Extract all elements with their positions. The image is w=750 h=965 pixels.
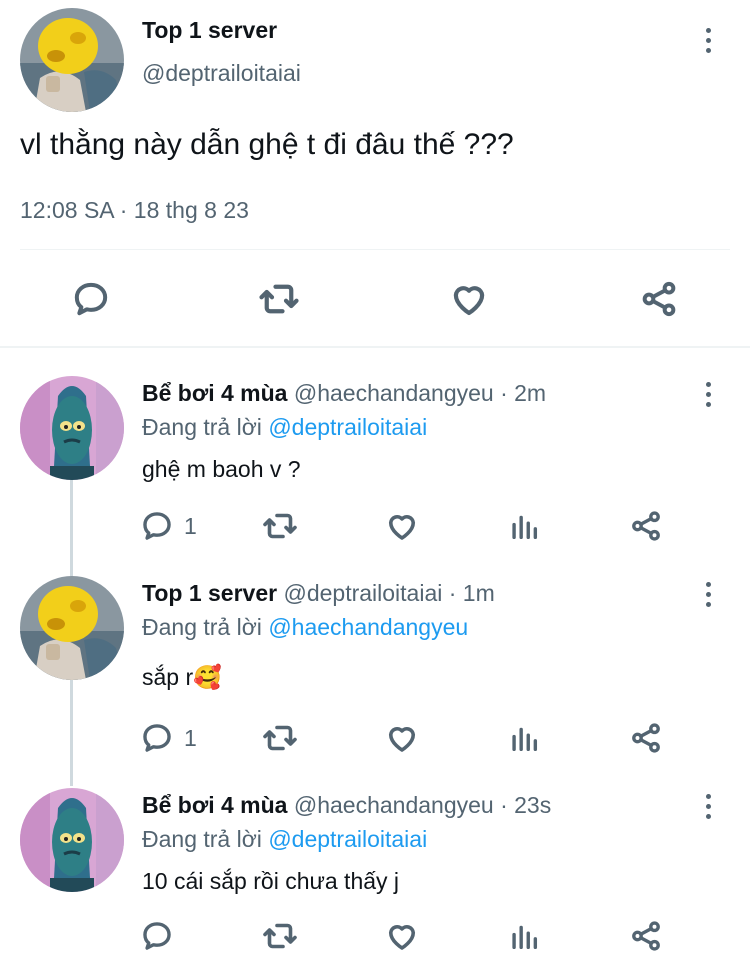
reply-count: 1: [184, 512, 197, 539]
heart-icon[interactable]: [382, 506, 422, 546]
share-nodes-icon[interactable]: [626, 916, 666, 956]
retweet-arrows-icon[interactable]: [260, 916, 300, 956]
heart-icon[interactable]: [382, 916, 422, 956]
reply-count: 1: [184, 724, 197, 751]
speech-bubble-icon: [143, 922, 171, 950]
replying-to: Đang trả lời @deptrailoitaiai: [142, 414, 427, 441]
tweet-timestamp[interactable]: 12:08 SA · 18 thg 8 23: [20, 197, 249, 224]
share-nodes-icon[interactable]: [636, 276, 682, 322]
more-vertical-icon[interactable]: [698, 786, 718, 826]
reply-text: sắp r: [142, 664, 194, 690]
retweet-arrows-icon[interactable]: [256, 276, 302, 322]
author-display-name[interactable]: Top 1 server: [142, 17, 277, 44]
reply-button[interactable]: 1: [140, 506, 197, 546]
reply-meta[interactable]: @deptrailoitaiai · 1m: [283, 580, 494, 606]
reply-avatar[interactable]: [20, 376, 124, 480]
reply-text-row: sắp r🥰: [142, 664, 222, 691]
reply-text: 10 cái sắp rồi chưa thấy j: [142, 868, 400, 894]
reply-header: Bể bơi 4 mùa @haechandangyeu · 2m: [142, 380, 546, 407]
main-action-bar: [0, 270, 750, 328]
replying-to: Đang trả lời @deptrailoitaiai: [142, 826, 427, 853]
reply-display-name[interactable]: Top 1 server: [142, 580, 277, 606]
more-vertical-icon[interactable]: [698, 374, 718, 414]
section-divider: [0, 346, 750, 348]
more-vertical-icon[interactable]: [698, 20, 718, 60]
author-handle[interactable]: @deptrailoitaiai: [142, 60, 301, 87]
replying-to-handle[interactable]: @deptrailoitaiai: [268, 826, 427, 852]
avatar-image: [20, 576, 124, 680]
avatar-image: [20, 8, 124, 112]
reply-button[interactable]: 1: [140, 718, 197, 758]
speech-bubble-icon[interactable]: [68, 276, 114, 322]
share-nodes-icon[interactable]: [626, 718, 666, 758]
reply-item[interactable]: Bể bơi 4 mùa @haechandangyeu · 23s Đang …: [0, 784, 750, 965]
reply-action-bar: [140, 916, 700, 956]
heart-icon[interactable]: [382, 718, 422, 758]
reply-display-name[interactable]: Bể bơi 4 mùa: [142, 380, 287, 406]
avatar-image: [20, 788, 124, 892]
speech-bubble-icon: [143, 512, 171, 540]
smiling-face-hearts-emoji: 🥰: [193, 664, 222, 690]
reply-header: Bể bơi 4 mùa @haechandangyeu · 23s: [142, 792, 551, 819]
retweet-arrows-icon[interactable]: [260, 506, 300, 546]
reply-text: ghệ m baoh v ?: [142, 456, 301, 482]
reply-action-bar: 1: [140, 718, 700, 758]
tweet-text: vl thằng này dẫn ghệ t đi đâu thế ???: [20, 128, 514, 161]
reply-meta[interactable]: @haechandangyeu · 23s: [294, 792, 551, 818]
reply-meta[interactable]: @haechandangyeu · 2m: [294, 380, 546, 406]
speech-bubble-icon: [143, 724, 171, 752]
replying-to-label: Đang trả lời: [142, 414, 262, 440]
share-nodes-icon[interactable]: [626, 506, 666, 546]
replying-to-handle[interactable]: @haechandangyeu: [268, 614, 468, 640]
reply-item[interactable]: Bể bơi 4 mùa @haechandangyeu · 2m Đang t…: [0, 372, 750, 552]
author-avatar[interactable]: [20, 8, 124, 112]
avatar-image: [20, 376, 124, 480]
replying-to-label: Đang trả lời: [142, 826, 262, 852]
reply-action-bar: 1: [140, 506, 700, 546]
reply-display-name[interactable]: Bể bơi 4 mùa: [142, 792, 287, 818]
replying-to: Đang trả lời @haechandangyeu: [142, 614, 468, 641]
reply-avatar[interactable]: [20, 788, 124, 892]
bar-chart-icon[interactable]: [504, 916, 544, 956]
bar-chart-icon[interactable]: [504, 718, 544, 758]
replying-to-label: Đang trả lời: [142, 614, 262, 640]
reply-header: Top 1 server @deptrailoitaiai · 1m: [142, 580, 495, 607]
reply-item[interactable]: Top 1 server @deptrailoitaiai · 1m Đang …: [0, 572, 750, 762]
retweet-arrows-icon[interactable]: [260, 718, 300, 758]
reply-avatar[interactable]: [20, 576, 124, 680]
bar-chart-icon[interactable]: [504, 506, 544, 546]
heart-icon[interactable]: [446, 276, 492, 322]
reply-button[interactable]: [140, 916, 184, 956]
more-vertical-icon[interactable]: [698, 574, 718, 614]
divider: [20, 249, 730, 250]
replying-to-handle[interactable]: @deptrailoitaiai: [268, 414, 427, 440]
